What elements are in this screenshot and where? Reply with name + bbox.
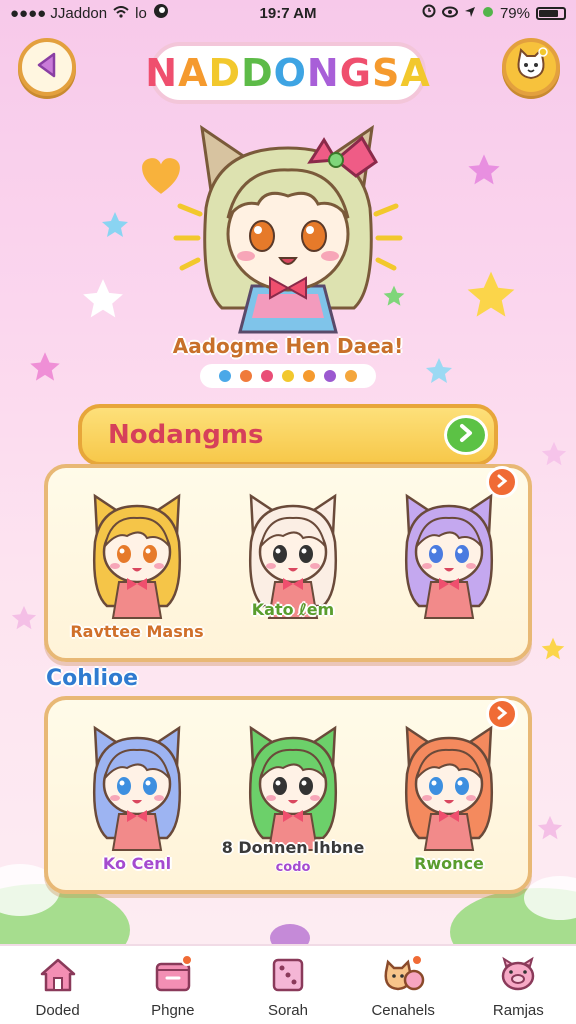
character-illustration [92, 493, 182, 619]
title-letter: D [241, 51, 274, 95]
status-bar: ●●●● JJaddon lo 19:7 AM 79% [0, 0, 576, 26]
character-panel-2: Ko Cenl 8 Donnen Ihbne codo Rwonce [44, 696, 532, 894]
nav-label: Ramjas [492, 1002, 544, 1019]
title-letter: O [273, 51, 307, 95]
location-icon [464, 5, 476, 22]
character-card[interactable]: Rwonce [374, 714, 524, 884]
hero-character-illustration [173, 124, 403, 334]
star-icon [83, 279, 123, 318]
section-label: Cohlioe [46, 666, 139, 691]
hero-caption: Aadogme Hen Daea! [172, 334, 404, 358]
app-title: NADDONGSA [145, 42, 430, 104]
title-letter: S [371, 51, 401, 95]
star-icon [468, 154, 500, 185]
star-icon [11, 605, 37, 630]
triangle-back-icon [34, 51, 60, 83]
star-icon [541, 441, 567, 466]
character-illustration [92, 725, 182, 851]
character-subtitle: codo [275, 860, 311, 875]
nav-label: Sorah [267, 1002, 308, 1019]
star-icon [541, 637, 565, 660]
battery-percent: 79% [499, 4, 530, 22]
page-dots [200, 364, 376, 388]
nav-item-search[interactable]: Sorah [238, 956, 338, 1019]
title-letter: A [400, 51, 431, 95]
character-name: 8 Donnen Ihbne [221, 838, 365, 857]
nav-item-phone[interactable]: Phgne [123, 954, 223, 1019]
back-button[interactable] [18, 38, 76, 96]
app-indicator-icon [153, 3, 169, 23]
star-icon [467, 271, 515, 317]
battery-icon [536, 6, 566, 20]
character-name: Kato ℓem [251, 600, 335, 619]
page-dot[interactable] [261, 370, 273, 382]
page-dot[interactable] [282, 370, 294, 382]
star-icon [102, 212, 128, 237]
section-banner-label: Nodangms [108, 420, 264, 450]
green-dot-icon [482, 5, 494, 22]
character-illustration [248, 725, 338, 851]
title-letter: N [306, 51, 340, 95]
page-dot[interactable] [219, 370, 231, 382]
nav-item-home[interactable]: Doded [8, 956, 108, 1019]
notification-badge [180, 954, 193, 966]
pig-face-icon [498, 956, 538, 998]
character-card[interactable] [374, 482, 524, 652]
character-card[interactable]: 8 Donnen Ihbne codo [218, 714, 368, 884]
nav-item-rankings[interactable]: Ramjas [468, 956, 568, 1019]
character-panel-1: Ravttee Masns Kato ℓem [44, 464, 532, 662]
page-dot[interactable] [345, 370, 357, 382]
section-banner[interactable]: Nodangms [78, 404, 498, 466]
star-icon [426, 358, 452, 383]
carrier-label: ●●●● JJaddon [10, 4, 108, 22]
nav-label: Doded [35, 1002, 80, 1019]
profile-button[interactable] [502, 38, 560, 96]
title-letter: D [208, 51, 242, 95]
page-dot[interactable] [240, 370, 252, 382]
house-icon [38, 956, 78, 998]
page-dot[interactable] [324, 370, 336, 382]
nav-label: Phgne [151, 1002, 195, 1019]
character-name: Rwonce [414, 854, 484, 873]
title-letter: A [178, 51, 209, 95]
signal-label: lo [135, 4, 147, 22]
chevron-right-icon [457, 420, 475, 450]
alarm-icon [422, 4, 436, 22]
page-dot[interactable] [303, 370, 315, 382]
character-name: Ravttee Masns [70, 622, 204, 641]
wifi-icon [113, 5, 129, 22]
nav-item-channels[interactable]: Cenahels [353, 954, 453, 1019]
title-letter: G [339, 51, 372, 95]
status-left: ●●●● JJaddon lo [10, 3, 169, 23]
character-illustration [404, 725, 494, 851]
title-letter: N [145, 51, 179, 95]
character-card[interactable]: Kato ℓem [218, 482, 368, 652]
status-right: 79% [422, 4, 566, 22]
character-illustration [404, 493, 494, 619]
character-card[interactable]: Ko Cenl [62, 714, 212, 884]
cat-face-icon [512, 46, 550, 88]
bottom-nav: Doded Phgne Sorah Cenahels Ramjas [0, 944, 576, 1024]
section-go-button[interactable] [444, 415, 488, 455]
nav-label: Cenahels [371, 1002, 435, 1019]
character-card[interactable]: Ravttee Masns [62, 482, 212, 652]
eye-icon [441, 5, 458, 22]
character-name: Ko Cenl [102, 854, 172, 873]
dice-icon [268, 956, 308, 998]
